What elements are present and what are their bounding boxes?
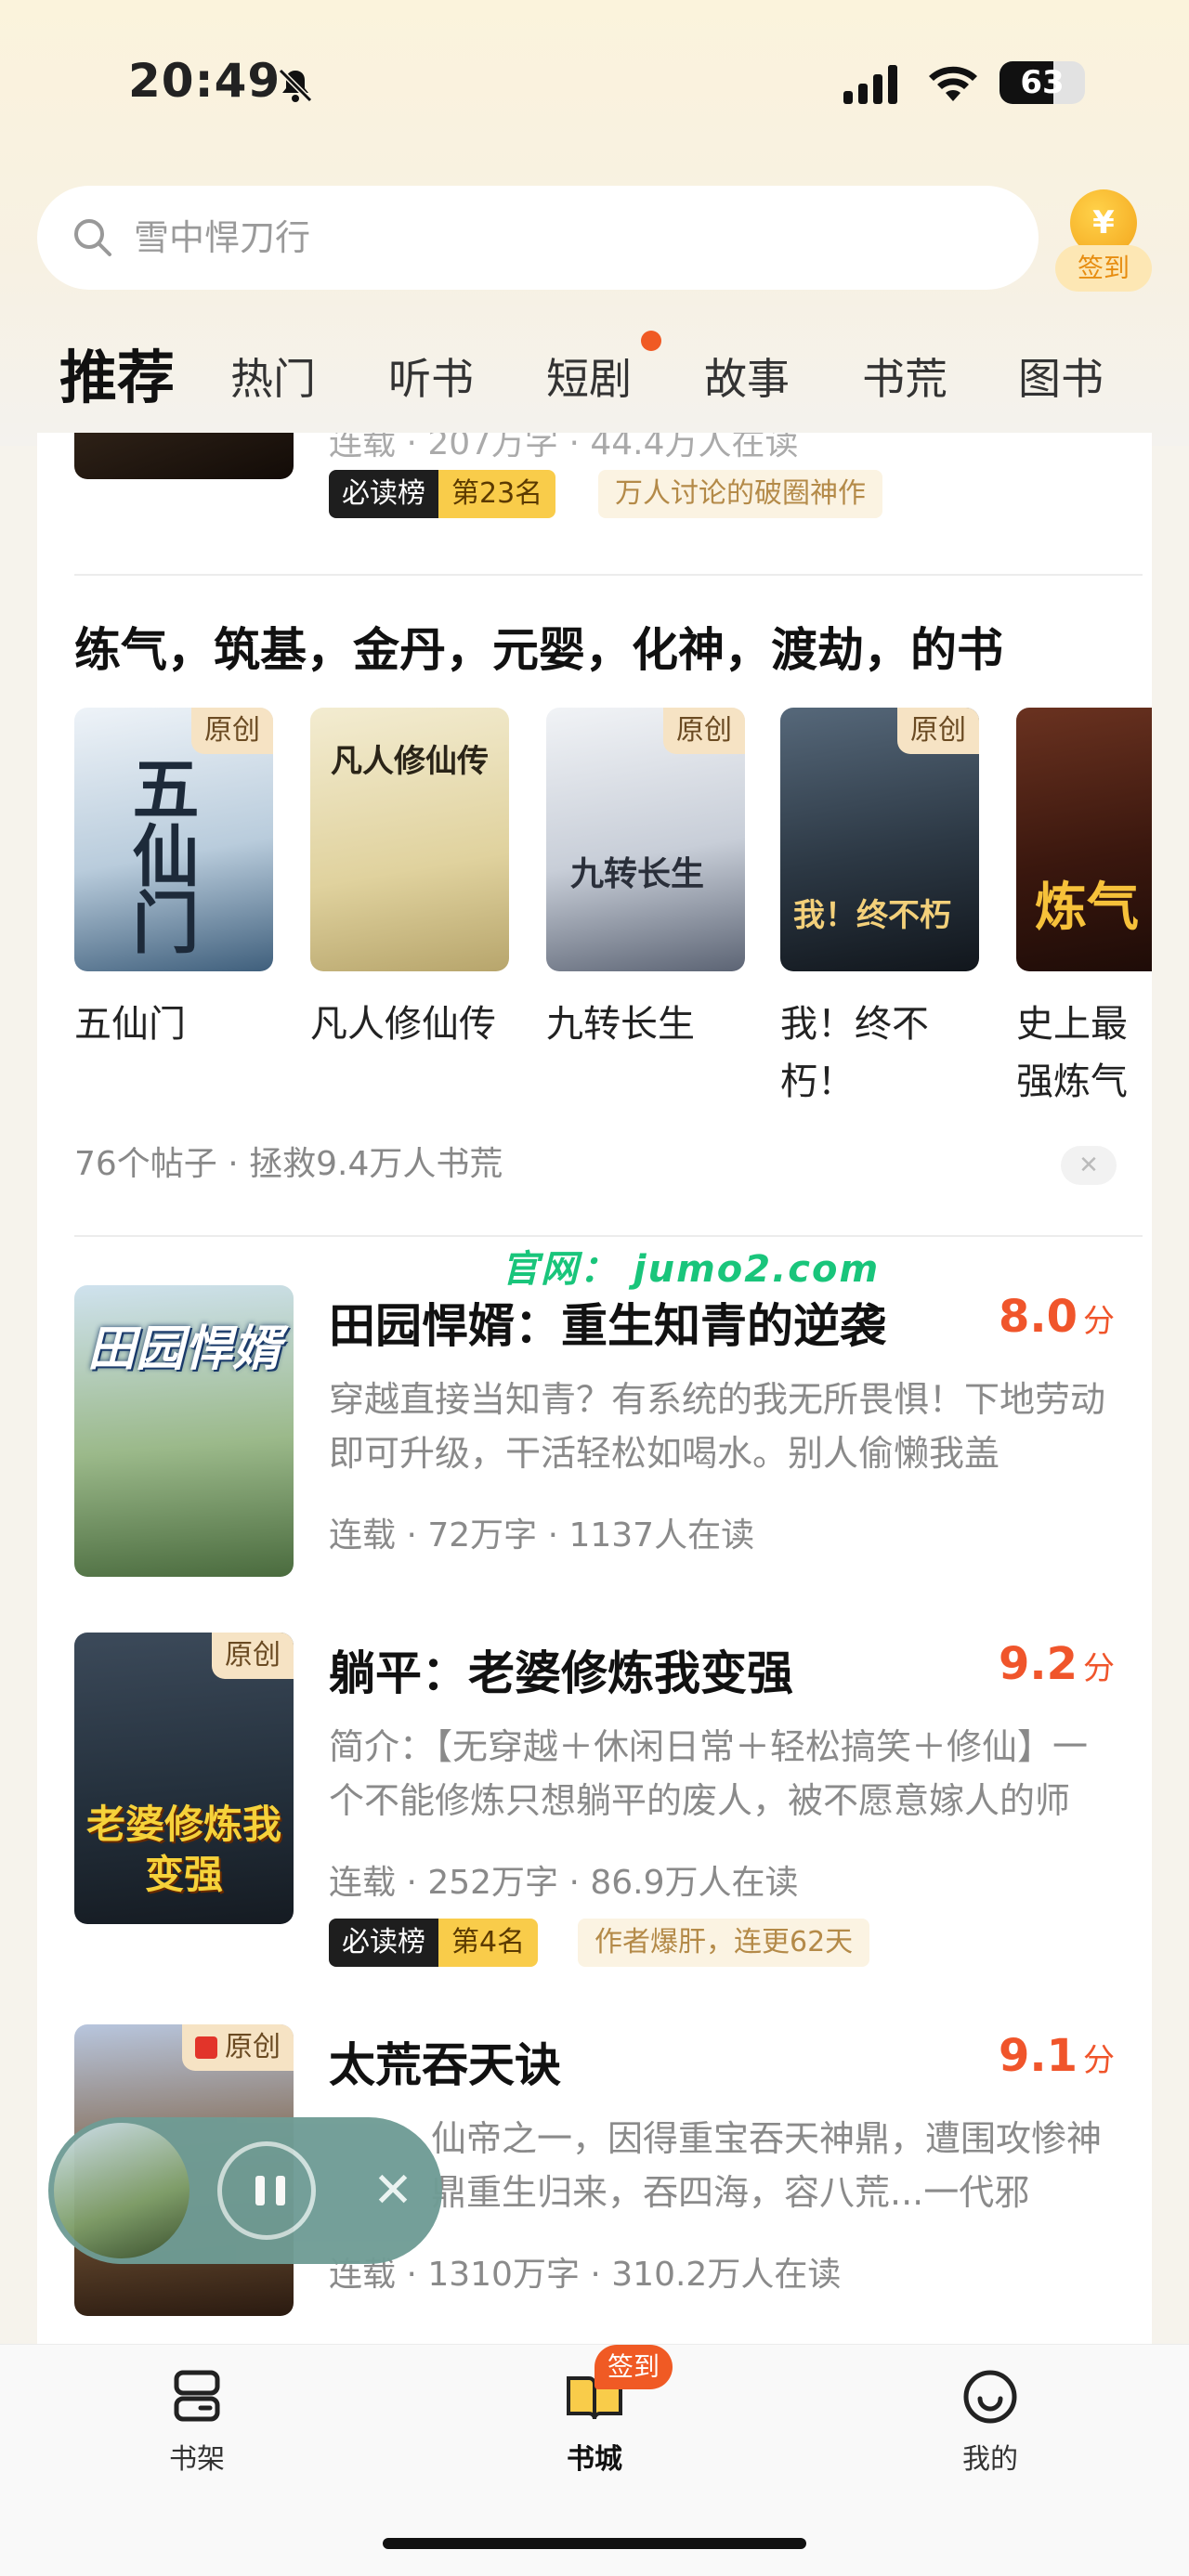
book-cover[interactable]: 老婆修炼我变强 原创 [74,1633,294,1924]
nav-label: 书城 [567,2443,622,2476]
section-title: 练气，筑基，金丹，元婴，化神，渡劫，的书 [74,623,1003,677]
search-icon [74,219,111,256]
tab-books[interactable]: 图书 [1018,345,1104,407]
rank-value: 第23名 [438,470,556,518]
book-meta: 连载 · 252万字 · 86.9万人在读 [329,1864,799,1902]
nav-bookshelf[interactable]: 书架 [104,2363,290,2477]
cell-signal-icon [843,65,897,104]
signin-badge: 签到 [594,2345,673,2389]
book-name[interactable]: 我！终不朽！ [780,995,947,1111]
status-time: 20:49 [128,54,281,108]
original-badge: 原创 [191,708,273,754]
book-description: 仙帝之一，因得重宝吞天神鼎，遭围攻惨神鼎重生归来，吞四海，容八荒...一代邪 [431,2118,1103,2213]
tab-hot[interactable]: 热门 [230,345,316,407]
book-meta: 连载 · 72万字 · 1137人在读 [329,1516,755,1555]
pause-button[interactable] [217,2141,316,2240]
cover-title: 九转长生 [570,854,705,893]
section-footnote: 76个帖子 · 拯救9.4万人书荒 [74,1145,503,1183]
book-name[interactable]: 史上最强炼气期 [1016,995,1152,1111]
nav-label: 我的 [962,2443,1018,2476]
rank-tag[interactable]: 必读榜 第4名 [329,1919,539,1967]
signin-label: 签到 [1055,245,1152,292]
cover-title: 田园悍婿 [87,1321,281,1377]
cover-title: 凡人修仙传 [331,743,489,780]
book-score: 9.2 分 [998,1638,1115,1690]
original-badge: 原创 [663,708,745,754]
new-dot-badge [641,331,661,351]
book-cover[interactable]: 炼气 [1016,708,1152,971]
search-bar[interactable] [37,186,1039,290]
nav-label: 书架 [169,2443,225,2476]
tab-short-drama[interactable]: 短剧 [546,345,632,407]
rank-value: 第4名 [438,1919,539,1967]
book-description: 简介：【无穿越＋休闲日常＋轻松搞笑＋修仙】一个不能修炼只想躺平的废人，被不愿意嫁… [329,1726,1089,1821]
book-name[interactable]: 五仙门 [74,995,273,1053]
player-cover [54,2123,189,2258]
rank-label: 必读榜 [329,1919,438,1967]
hint-tag: 作者爆肝，连更62天 [578,1919,870,1967]
original-badge: 原创 [212,1633,294,1679]
nav-profile[interactable]: 我的 [897,2363,1083,2477]
status-bar: 20:49 63 [0,37,1189,121]
divider [74,574,1143,576]
hint-tag: 万人讨论的破圈神作 [598,470,882,518]
pause-icon [276,2176,285,2205]
original-badge: 原创 [182,2024,294,2071]
cover-title: 老婆修炼我变强 [85,1802,281,1897]
pause-icon [255,2176,265,2205]
bell-muted-icon [278,68,313,103]
book-cover[interactable]: 五仙门 原创 [74,708,273,971]
book-meta: 连载 · 207万字 · 44.4万人在读 [329,433,799,462]
book-cover[interactable]: 田园悍婿 [74,1285,294,1577]
audio-mini-player[interactable]: ✕ [48,2117,442,2264]
book-score: 8.0 分 [998,1291,1115,1343]
book-cover[interactable] [74,433,294,479]
tab-audiobook[interactable]: 听书 [388,345,474,407]
rank-label: 必读榜 [329,470,438,518]
book-cover[interactable]: 我！终不朽 原创 [780,708,979,971]
cover-title: 炼气 [1035,877,1139,938]
cover-title: 五仙门 [121,754,200,955]
signin-button[interactable]: ¥ 签到 [1053,186,1156,297]
book-cover[interactable]: 凡人修仙传 [310,708,509,971]
tab-stories[interactable]: 故事 [704,345,790,407]
close-player-icon[interactable]: ✕ [360,2158,425,2223]
feed[interactable]: 连载 · 207万字 · 44.4万人在读 必读榜 第23名 万人讨论的破圈神作… [37,433,1152,2346]
book-description: 穿越直接当知青？有系统的我无所畏惧！下地劳动即可升级，干活轻松如喝水。别人偷懒我… [329,1379,1106,1474]
wifi-icon [929,66,977,101]
watermark: 官网： jumo2.com [502,1248,881,1291]
book-name[interactable]: 凡人修仙传 [310,995,496,1053]
search-input[interactable] [134,204,970,271]
book-title[interactable]: 田园悍婿：重生知青的逆袭 [329,1289,886,1356]
tab-recommend[interactable]: 推荐 [57,331,175,414]
book-name[interactable]: 九转长生 [546,995,745,1053]
book-cover[interactable]: 九转长生 原创 [546,708,745,971]
book-title[interactable]: 躺平：老婆修炼我变强 [329,1636,793,1703]
dismiss-button[interactable]: ✕ [1061,1146,1117,1185]
tab-book-shortage[interactable]: 书荒 [862,345,947,407]
home-indicator [383,2538,806,2549]
category-tabs: 推荐 热门 听书 短剧 故事 书荒 图书 [0,325,1189,418]
cover-title: 我！终不朽 [793,897,951,934]
book-title[interactable]: 太荒吞天诀 [329,2028,561,2095]
original-icon [195,2036,217,2059]
divider [74,1235,1143,1237]
battery-indicator: 63 [1000,61,1085,104]
book-meta: 连载 · 1310万字 · 310.2万人在读 [329,2256,842,2294]
original-badge: 原创 [897,708,979,754]
bookshelf-icon [174,2370,220,2422]
battery-level: 63 [1020,64,1065,101]
book-score: 9.1 分 [998,2030,1115,2082]
rank-tag[interactable]: 必读榜 第23名 [329,470,556,518]
smile-icon [963,2370,1017,2424]
